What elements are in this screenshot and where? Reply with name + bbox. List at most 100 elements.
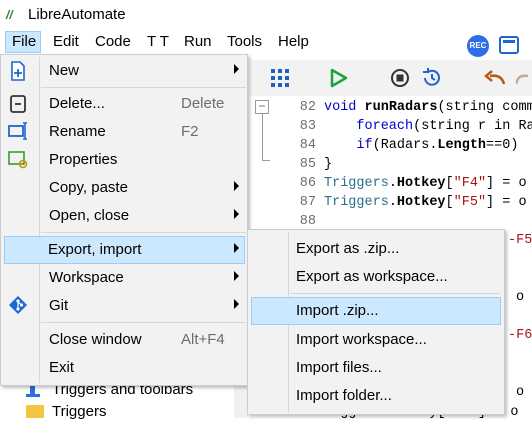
submenu-arrow-icon [234, 271, 239, 281]
menu-item-new[interactable]: New [2, 57, 246, 85]
menu-item-label: Export as workspace... [296, 268, 448, 285]
submenu-arrow-icon [234, 64, 239, 74]
code-token: Hotkey [396, 176, 446, 191]
stop-icon[interactable] [390, 68, 410, 88]
menu-item-label: Git [49, 297, 69, 314]
menu-item-rename[interactable]: Rename F2 [2, 118, 246, 146]
code-token: runRadars [364, 100, 438, 115]
fold-line [262, 114, 263, 160]
line-number: 87 [299, 195, 316, 210]
menu-item-label: Open, close [49, 207, 130, 224]
line-number: 85 [299, 157, 316, 172]
menu-item-import-files[interactable]: Import files... [251, 354, 501, 382]
menu-run[interactable]: Run [181, 31, 215, 53]
menu-code[interactable]: Code [92, 31, 134, 53]
run-icon[interactable] [330, 68, 348, 88]
code-line: } [324, 155, 332, 174]
record-icon[interactable]: REC [467, 35, 489, 57]
menu-item-label: Copy, paste [49, 179, 128, 196]
fold-collapse-icon[interactable]: − [255, 100, 269, 114]
submenu-arrow-icon [234, 299, 239, 309]
code-line: void runRadars(string comm [324, 98, 532, 117]
code-fragment: -F5" [508, 233, 532, 248]
submenu-arrow-icon [234, 243, 239, 253]
code-token: } [324, 157, 333, 172]
menu-tools[interactable]: Tools [224, 31, 265, 53]
menu-item-shortcut: F2 [181, 123, 199, 140]
code-token: ] = o [486, 176, 527, 191]
redo-icon[interactable] [516, 70, 532, 86]
menu-item-export-import[interactable]: Export, import [4, 236, 245, 264]
menu-item-close-window[interactable]: Close window Alt+F4 [2, 326, 246, 354]
menu-item-label: Import .zip... [296, 302, 379, 319]
code-token: (Radars. [372, 138, 438, 153]
tree-item-triggers[interactable]: Triggers [52, 403, 106, 421]
code-token: foreach [356, 119, 414, 134]
code-token: if [356, 138, 373, 153]
submenu-arrow-icon [234, 181, 239, 191]
editor-toolbar [250, 60, 532, 96]
code-token: (string comm [437, 100, 532, 115]
export-import-submenu: Export as .zip... Export as workspace...… [247, 229, 505, 415]
menu-item-shortcut: Alt+F4 [181, 331, 225, 348]
menu-item-import-folder[interactable]: Import folder... [251, 382, 501, 410]
menu-item-shortcut: Delete [181, 95, 225, 112]
file-menu: New Delete... Delete Rename F2 Propertie… [0, 54, 248, 386]
menu-tt[interactable]: T T [144, 31, 172, 53]
window-icon[interactable] [499, 36, 519, 54]
code-token: "F5" [453, 195, 487, 210]
menu-item-copy-paste[interactable]: Copy, paste [2, 174, 246, 202]
line-number: 83 [299, 119, 316, 134]
code-token: Length [437, 138, 487, 153]
menu-help[interactable]: Help [275, 31, 312, 53]
app-title: LibreAutomate [28, 6, 126, 23]
code-token: ==0) [486, 138, 519, 153]
menu-item-properties[interactable]: Properties [2, 146, 246, 174]
menu-item-workspace[interactable]: Workspace [2, 264, 246, 292]
fold-end [262, 160, 270, 161]
code-token: . [388, 176, 397, 191]
code-token: (string r in Ra [413, 119, 532, 134]
code-token: void [324, 100, 365, 115]
menu-item-label: Import folder... [296, 387, 392, 404]
line-number: 86 [299, 176, 316, 191]
menu-item-exit[interactable]: Exit [2, 354, 246, 382]
menu-item-import-workspace[interactable]: Import workspace... [251, 326, 501, 354]
code-line: Triggers.Hotkey["F5"] = o [324, 193, 527, 212]
code-fragment: o [516, 385, 525, 400]
menu-item-export-workspace[interactable]: Export as workspace... [251, 263, 501, 291]
code-token: [ [445, 195, 454, 210]
menu-item-label: Exit [49, 359, 75, 376]
toolbar-file-icon-base [26, 394, 40, 397]
menu-file[interactable]: File [5, 31, 41, 53]
code-line: Triggers.Hotkey["F4"] = o [324, 174, 527, 193]
app-logo-icon: // [6, 8, 13, 22]
menu-item-label: Delete... [49, 95, 105, 112]
submenu-arrow-icon [234, 209, 239, 219]
menu-item-git[interactable]: Git [2, 292, 246, 320]
code-token: [ [445, 176, 454, 191]
history-icon[interactable] [420, 68, 442, 88]
grid-icon[interactable] [271, 69, 289, 87]
menu-item-label: Import files... [296, 359, 382, 376]
code-fragment: -F6" [508, 328, 532, 343]
menu-item-label: Import workspace... [296, 331, 427, 348]
code-fragment: o [516, 290, 525, 305]
menu-item-label: Close window [49, 331, 142, 348]
menu-item-export-zip[interactable]: Export as .zip... [251, 235, 501, 263]
code-line: foreach(string r in Ra [324, 117, 532, 136]
menu-item-open-close[interactable]: Open, close [2, 202, 246, 230]
menu-item-label: New [49, 62, 80, 79]
menu-item-label: Rename [49, 123, 106, 140]
menu-item-delete[interactable]: Delete... Delete [2, 90, 246, 118]
code-line: if(Radars.Length==0) [324, 136, 518, 155]
menu-edit[interactable]: Edit [50, 31, 82, 53]
code-token: Triggers [324, 176, 389, 191]
undo-icon[interactable] [484, 70, 506, 86]
menu-item-import-zip[interactable]: Import .zip... [251, 297, 501, 325]
code-token: . [388, 195, 397, 210]
menu-item-label: Export, import [48, 241, 142, 258]
code-token: "F4" [453, 176, 487, 191]
